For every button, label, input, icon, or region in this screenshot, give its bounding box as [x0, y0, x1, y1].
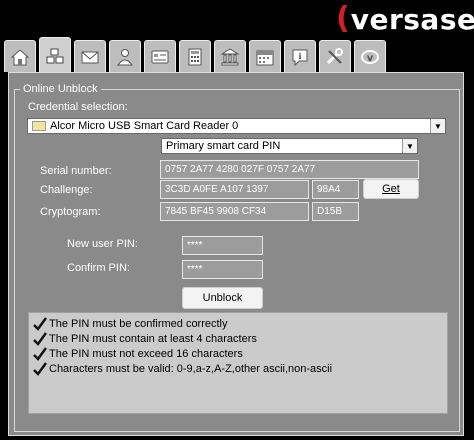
cryptogram-field[interactable]: 7845 BF45 9908 CF34 — [160, 202, 309, 221]
pin-type-value: Primary smart card PIN — [166, 140, 281, 152]
challenge-suffix-field[interactable]: 98A4 — [312, 180, 359, 199]
list-item: The PIN must contain at least 4 characte… — [33, 331, 257, 346]
tab-calculator[interactable] — [179, 40, 211, 72]
confirm-pin-label: Confirm PIN: — [67, 262, 130, 274]
tab-home[interactable] — [4, 40, 36, 72]
info-icon: i — [292, 49, 308, 66]
pin-type-select[interactable]: Primary smart card PIN ▼ — [161, 138, 418, 154]
chevron-down-icon[interactable]: ▼ — [430, 119, 445, 133]
credential-selection-label: Credential selection: — [28, 101, 128, 113]
tab-settings[interactable] — [319, 40, 351, 72]
checkmark-icon — [33, 361, 47, 376]
cryptogram-label: Cryptogram: — [40, 206, 101, 218]
serial-number-label: Serial number: — [40, 165, 112, 177]
bank-icon — [220, 47, 240, 65]
logo-swoosh-icon: ( — [336, 1, 350, 36]
calculator-icon — [188, 48, 202, 65]
checkmark-icon — [33, 316, 47, 331]
requirement-text: The PIN must not exceed 16 characters — [49, 347, 243, 360]
confirm-pin-field[interactable]: **** — [182, 260, 263, 279]
logo-text: versasec — [350, 2, 474, 36]
get-button-label: Get — [382, 183, 400, 195]
tab-mail[interactable] — [74, 40, 106, 72]
operator-icon — [117, 48, 133, 65]
tools-grid-icon — [46, 48, 64, 64]
list-item: The PIN must be confirmed correctly — [33, 316, 228, 331]
group-title: Online Unblock — [20, 83, 101, 95]
new-user-pin-field[interactable]: **** — [182, 236, 263, 255]
checkmark-icon — [33, 346, 47, 361]
checkmark-icon — [33, 331, 47, 346]
new-user-pin-label: New user PIN: — [67, 238, 138, 250]
versasec-logo: ( versasec — [336, 1, 474, 36]
tab-tools[interactable] — [39, 37, 71, 74]
svg-text:v: v — [367, 53, 374, 64]
serial-number-field[interactable]: 0757 2A77 4280 027F 0757 2A77 — [160, 160, 419, 179]
tab-operator[interactable] — [109, 40, 141, 72]
calendar-icon — [256, 50, 274, 65]
requirement-text: The PIN must be confirmed correctly — [49, 317, 228, 330]
get-button[interactable]: Get — [363, 179, 419, 199]
challenge-field[interactable]: 3C3D A0FE A107 1397 — [160, 180, 309, 199]
requirement-text: Characters must be valid: 0-9,a-z,A-Z,ot… — [49, 362, 333, 375]
tab-bank[interactable] — [214, 40, 246, 72]
card-reader-icon — [32, 121, 46, 131]
chevron-down-icon[interactable]: ▼ — [402, 139, 417, 153]
id-card-icon — [151, 50, 169, 63]
reader-select[interactable]: Alcor Micro USB Smart Card Reader 0 ▼ — [27, 118, 446, 134]
wrench-icon — [326, 47, 343, 64]
tab-info[interactable]: i — [284, 40, 316, 72]
envelope-icon — [81, 51, 99, 63]
list-item: The PIN must not exceed 16 characters — [33, 346, 243, 361]
home-icon — [10, 48, 30, 65]
cv-logo-icon: v — [361, 49, 379, 64]
challenge-label: Challenge: — [40, 184, 93, 196]
list-item: Characters must be valid: 0-9,a-z,A-Z,ot… — [33, 361, 332, 376]
pin-requirements-list: The PIN must be confirmed correctly The … — [28, 312, 448, 414]
tab-calendar[interactable] — [249, 40, 281, 72]
reader-select-value: Alcor Micro USB Smart Card Reader 0 — [50, 120, 239, 132]
unblock-button[interactable]: Unblock — [182, 287, 263, 309]
cryptogram-suffix-field[interactable]: D15B — [312, 202, 359, 221]
tab-about[interactable]: v — [354, 40, 386, 72]
tab-cards[interactable] — [144, 40, 176, 72]
requirement-text: The PIN must contain at least 4 characte… — [49, 332, 257, 345]
